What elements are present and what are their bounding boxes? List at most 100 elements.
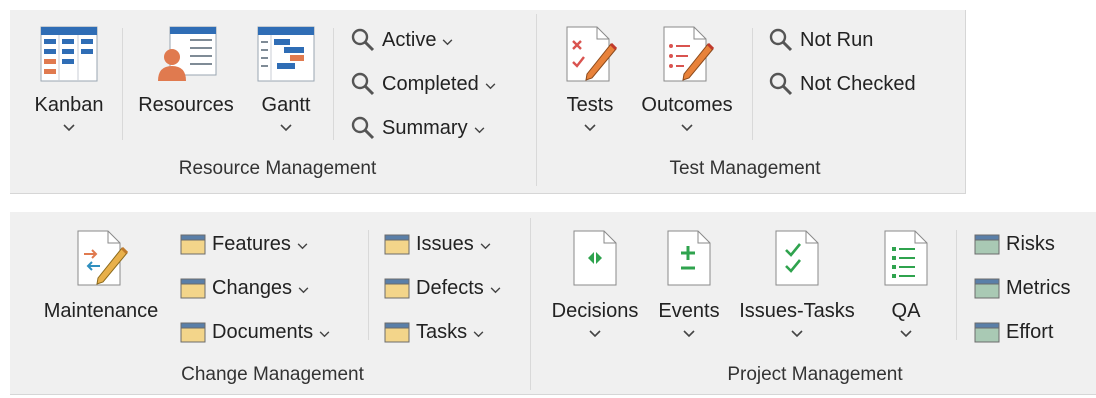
chevron-down-icon xyxy=(485,73,496,96)
tasks-button[interactable]: Tasks xyxy=(384,318,484,346)
events-icon xyxy=(666,230,712,291)
qa-label: QA xyxy=(891,300,921,322)
kanban-label: Kanban xyxy=(34,94,104,116)
risks-button[interactable]: Risks xyxy=(974,230,1055,258)
defects-label: Defects xyxy=(416,276,484,299)
risks-label: Risks xyxy=(1006,232,1055,255)
not-run-search-button[interactable]: Not Run xyxy=(768,26,873,54)
changes-label: Changes xyxy=(212,276,293,299)
chevron-down-icon xyxy=(22,124,116,136)
active-search-button[interactable]: Active xyxy=(350,26,453,54)
features-label: Features xyxy=(212,232,291,255)
folder-icon xyxy=(180,319,206,345)
documents-label: Documents xyxy=(212,320,314,343)
test-management-group-label: Test Management xyxy=(669,158,821,179)
outcomes-label: Outcomes xyxy=(641,94,733,116)
search-icon xyxy=(768,27,794,53)
events-button[interactable]: Events xyxy=(652,224,726,349)
chevron-down-icon xyxy=(870,330,942,342)
gantt-icon xyxy=(257,26,315,87)
maintenance-button[interactable]: Maintenance xyxy=(32,224,170,334)
folder-icon xyxy=(180,231,206,257)
events-label: Events xyxy=(658,300,720,322)
summary-label: Summary xyxy=(382,116,468,139)
resources-icon xyxy=(156,26,218,87)
issues-tasks-icon xyxy=(774,230,820,291)
folder-icon xyxy=(974,231,1000,257)
metrics-label: Metrics xyxy=(1006,276,1071,299)
gantt-label: Gantt xyxy=(261,94,311,116)
group-separator xyxy=(530,218,531,390)
issues-tasks-label: Issues-Tasks xyxy=(739,300,855,322)
folder-icon xyxy=(974,319,1000,345)
chevron-down-icon xyxy=(652,330,726,342)
folder-icon xyxy=(384,319,410,345)
qa-icon xyxy=(883,230,929,291)
folder-icon xyxy=(180,275,206,301)
completed-search-button[interactable]: Completed xyxy=(350,70,496,98)
chevron-down-icon xyxy=(319,321,330,344)
search-icon xyxy=(768,71,794,97)
separator xyxy=(333,28,334,140)
defects-button[interactable]: Defects xyxy=(384,274,501,302)
not-checked-search-button[interactable]: Not Checked xyxy=(768,70,916,98)
change-management-group-label: Change Management xyxy=(181,364,364,385)
chevron-down-icon xyxy=(297,233,308,256)
tests-icon xyxy=(563,26,618,87)
changes-button[interactable]: Changes xyxy=(180,274,309,302)
chevron-down-icon xyxy=(732,330,862,342)
decisions-button[interactable]: Decisions xyxy=(544,224,646,349)
issues-tasks-button[interactable]: Issues-Tasks xyxy=(732,224,862,349)
active-label: Active xyxy=(382,28,437,51)
folder-icon xyxy=(384,275,410,301)
outcomes-icon xyxy=(660,26,715,87)
chevron-down-icon xyxy=(442,29,453,52)
chevron-down-icon xyxy=(556,124,624,136)
project-management-group-label: Project Management xyxy=(727,364,903,385)
issues-label: Issues xyxy=(416,232,474,255)
gantt-button[interactable]: Gantt xyxy=(248,20,324,145)
separator xyxy=(752,28,753,140)
summary-search-button[interactable]: Summary xyxy=(350,114,485,142)
effort-button[interactable]: Effort xyxy=(974,318,1053,346)
chevron-down-icon xyxy=(480,233,491,256)
features-button[interactable]: Features xyxy=(180,230,308,258)
decisions-label: Decisions xyxy=(551,300,639,322)
separator xyxy=(122,28,123,140)
group-separator xyxy=(536,14,537,186)
maintenance-label: Maintenance xyxy=(43,300,159,322)
separator xyxy=(956,230,957,340)
chevron-down-icon xyxy=(474,117,485,140)
tests-label: Tests xyxy=(566,94,614,116)
issues-button[interactable]: Issues xyxy=(384,230,491,258)
outcomes-button[interactable]: Outcomes xyxy=(632,20,742,145)
not-run-label: Not Run xyxy=(800,28,874,51)
search-icon xyxy=(350,115,376,141)
search-icon xyxy=(350,27,376,53)
folder-icon xyxy=(974,275,1000,301)
metrics-button[interactable]: Metrics xyxy=(974,274,1070,302)
separator xyxy=(368,230,369,340)
chevron-down-icon xyxy=(490,277,501,300)
maintenance-icon xyxy=(74,230,129,291)
not-checked-label: Not Checked xyxy=(800,72,916,95)
effort-label: Effort xyxy=(1006,320,1054,343)
resource-management-group-label: Resource Management xyxy=(178,158,377,179)
folder-icon xyxy=(384,231,410,257)
resources-label: Resources xyxy=(138,94,234,116)
completed-label: Completed xyxy=(382,72,479,95)
kanban-icon xyxy=(40,26,98,87)
tasks-label: Tasks xyxy=(416,320,468,343)
qa-button[interactable]: QA xyxy=(870,224,942,349)
search-icon xyxy=(350,71,376,97)
kanban-button[interactable]: Kanban xyxy=(22,20,116,145)
documents-button[interactable]: Documents xyxy=(180,318,330,346)
resources-button[interactable]: Resources xyxy=(130,20,242,145)
decisions-icon xyxy=(572,230,618,291)
tests-button[interactable]: Tests xyxy=(556,20,624,145)
chevron-down-icon xyxy=(544,330,646,342)
chevron-down-icon xyxy=(473,321,484,344)
chevron-down-icon xyxy=(298,277,309,300)
chevron-down-icon xyxy=(248,124,324,136)
chevron-down-icon xyxy=(632,124,742,136)
